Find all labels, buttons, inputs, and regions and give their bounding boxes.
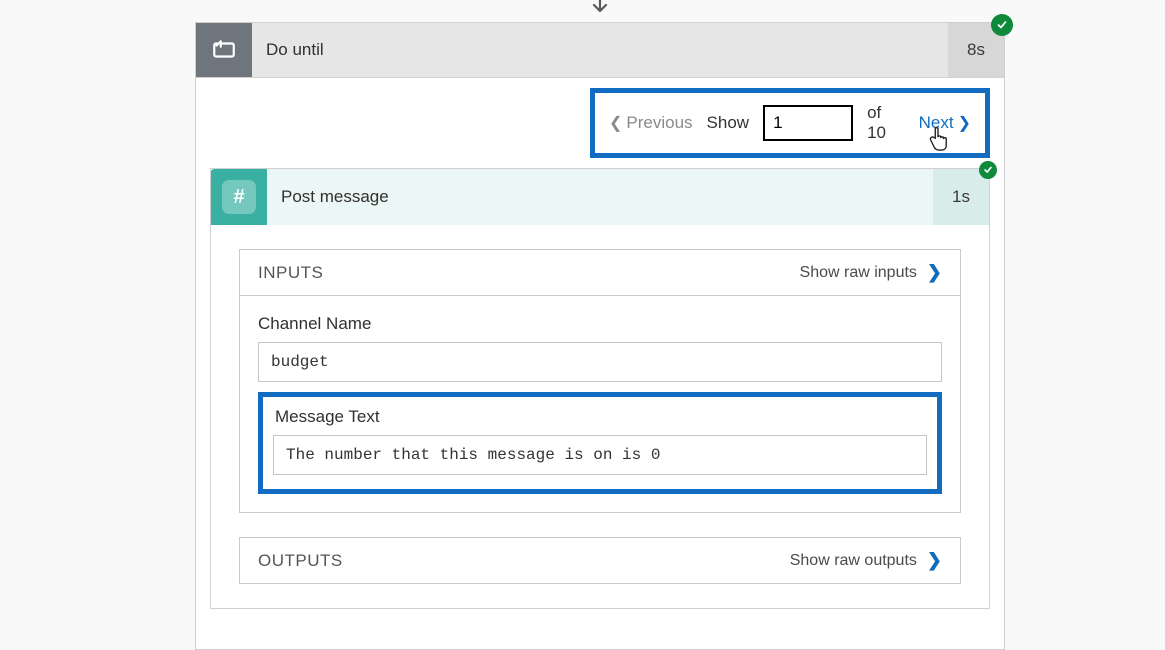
post-message-card: # Post message 1s INPUTS Show raw inputs… xyxy=(210,168,990,609)
next-label: Next xyxy=(919,113,954,133)
chevron-right-icon: ❯ xyxy=(927,262,942,283)
do-until-card-header[interactable]: Do until 8s xyxy=(195,22,1005,78)
flow-arrow-down-icon xyxy=(588,0,612,23)
do-until-icon xyxy=(196,23,252,77)
post-message-title: Post message xyxy=(267,169,933,225)
show-raw-outputs-link[interactable]: Show raw outputs ❯ xyxy=(790,550,942,571)
show-label: Show xyxy=(707,113,750,133)
do-until-body: ❮ Previous Show of 10 Next ❯ # xyxy=(195,78,1005,650)
message-text-label: Message Text xyxy=(273,407,927,427)
show-raw-inputs-link[interactable]: Show raw inputs ❯ xyxy=(800,262,942,283)
do-until-title: Do until xyxy=(252,23,948,77)
inputs-section: INPUTS Show raw inputs ❯ Channel Name bu… xyxy=(239,249,961,513)
outputs-heading: OUTPUTS xyxy=(258,551,343,571)
slack-hash-icon: # xyxy=(211,169,267,225)
success-check-icon xyxy=(991,14,1013,36)
success-check-icon xyxy=(979,161,997,179)
next-button[interactable]: Next ❯ xyxy=(919,113,971,133)
iteration-pager: ❮ Previous Show of 10 Next ❯ xyxy=(590,88,990,158)
channel-name-label: Channel Name xyxy=(258,314,942,334)
chevron-right-icon: ❯ xyxy=(927,550,942,571)
post-message-duration: 1s xyxy=(933,169,989,225)
show-raw-outputs-label: Show raw outputs xyxy=(790,552,917,570)
previous-button[interactable]: ❮ Previous xyxy=(609,113,693,133)
channel-name-value: budget xyxy=(258,342,942,382)
post-message-body: INPUTS Show raw inputs ❯ Channel Name bu… xyxy=(211,225,989,584)
page-number-input[interactable] xyxy=(763,105,853,141)
previous-label: Previous xyxy=(626,113,692,133)
post-message-header[interactable]: # Post message 1s xyxy=(211,169,989,225)
message-text-value: The number that this message is on is 0 xyxy=(273,435,927,475)
show-raw-inputs-label: Show raw inputs xyxy=(800,264,917,282)
inputs-heading: INPUTS xyxy=(258,263,323,283)
outputs-section: OUTPUTS Show raw outputs ❯ xyxy=(239,537,961,584)
chevron-right-icon: ❯ xyxy=(958,113,971,133)
page-of-label: of 10 xyxy=(867,103,905,143)
message-text-highlight: Message Text The number that this messag… xyxy=(258,392,942,494)
chevron-left-icon: ❮ xyxy=(609,113,622,133)
